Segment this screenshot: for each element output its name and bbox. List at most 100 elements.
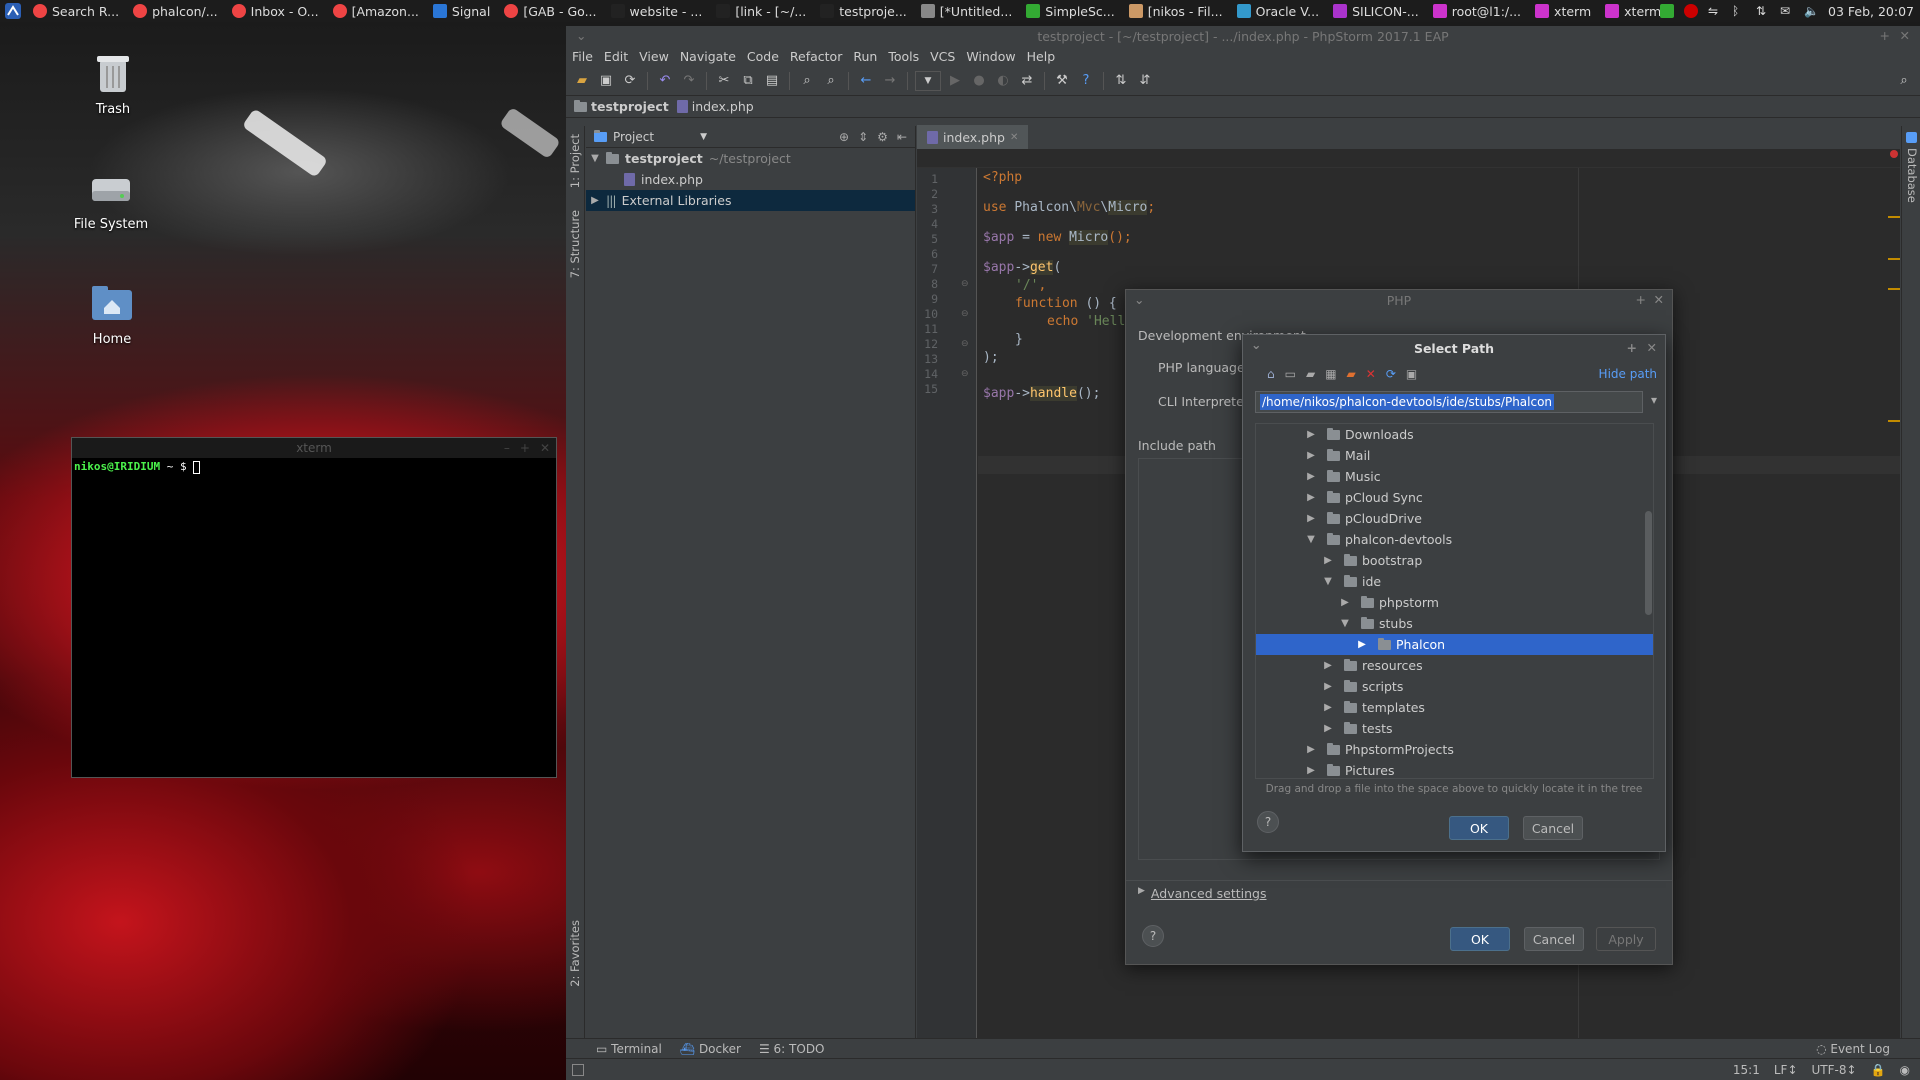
paste-icon[interactable]: ▤ — [762, 71, 782, 91]
close-icon[interactable]: ✕ — [1647, 340, 1657, 355]
directory-tree[interactable]: ▶ Downloads ▶ Mail ▶ Music ▶ pCloud Sync ▶ pCloud… — [1255, 423, 1654, 779]
window-menu-icon[interactable]: ⌄ — [576, 28, 586, 43]
refresh-icon[interactable]: ⟳ — [1386, 367, 1396, 381]
tree-item[interactable]: ▼ ide — [1256, 571, 1653, 592]
tree-item[interactable]: ▼ phalcon-devtools — [1256, 529, 1653, 550]
desktop-icon-home[interactable]: Home — [62, 280, 162, 347]
collapsed-arrow-icon[interactable]: ▶ — [1306, 744, 1316, 755]
undo-icon[interactable]: ↶ — [655, 71, 675, 91]
volume-icon[interactable]: 🔈 — [1804, 4, 1819, 18]
collapsed-arrow-icon[interactable]: ▶ — [1306, 450, 1316, 461]
menu-file[interactable]: File — [572, 49, 593, 64]
tree-item[interactable]: ▶ phpstorm — [1256, 592, 1653, 613]
collapsed-arrow-icon[interactable]: ▶ — [1306, 765, 1316, 776]
replace-icon[interactable]: ⌕ — [821, 71, 841, 91]
window-menu-icon[interactable]: ⌄ — [1251, 337, 1261, 352]
tree-item[interactable]: ▶ Pictures — [1256, 760, 1653, 778]
shield-icon[interactable] — [1660, 4, 1675, 18]
tree-item[interactable]: ▶ bootstrap — [1256, 550, 1653, 571]
project-folder-icon[interactable]: ▰ — [1306, 367, 1315, 381]
delete-icon[interactable]: ✕ — [1366, 367, 1376, 381]
redo-icon[interactable]: ↷ — [679, 71, 699, 91]
taskbar-item[interactable]: Search R... — [26, 0, 126, 22]
menu-run[interactable]: Run — [853, 49, 877, 64]
deploy-icon[interactable]: ⇵ — [1135, 71, 1155, 91]
line-separator[interactable]: LF↕ — [1774, 1063, 1798, 1077]
error-stripe[interactable] — [1888, 150, 1900, 1038]
fold-marker-icon[interactable]: ⊖ — [961, 279, 969, 289]
debug-icon[interactable]: ● — [969, 71, 989, 91]
project-view-selector[interactable]: Project — [613, 130, 654, 144]
tree-item-index-php[interactable]: index.php — [586, 169, 915, 190]
sftp-icon[interactable]: ⇅ — [1111, 71, 1131, 91]
start-menu-button[interactable] — [0, 0, 26, 22]
tree-item-external-libraries[interactable]: ▶ ||| External Libraries — [586, 190, 915, 211]
tree-item[interactable]: ▶ templates — [1256, 697, 1653, 718]
tree-item[interactable]: ▶ Music — [1256, 466, 1653, 487]
maximize-icon[interactable]: + — [520, 441, 530, 455]
taskbar-item[interactable]: root@l1:/... — [1426, 0, 1528, 22]
menu-refactor[interactable]: Refactor — [790, 49, 842, 64]
tree-item[interactable]: ▶ PhpstormProjects — [1256, 739, 1653, 760]
terminal-prompt-line[interactable]: nikos@IRIDIUM ~ $ — [72, 458, 556, 476]
coverage-icon[interactable]: ◐ — [993, 71, 1013, 91]
menu-edit[interactable]: Edit — [604, 49, 628, 64]
search-everywhere-icon[interactable]: ⌕ — [1894, 71, 1914, 91]
maximize-icon[interactable]: + — [1636, 292, 1646, 307]
new-folder-icon[interactable]: ▰ — [1347, 367, 1356, 381]
menu-tools[interactable]: Tools — [888, 49, 919, 64]
collapsed-arrow-icon[interactable]: ▶ — [1323, 723, 1333, 734]
record-icon[interactable] — [1684, 4, 1699, 18]
database-icon[interactable] — [1906, 132, 1917, 143]
collapsed-arrow-icon[interactable]: ▶ — [590, 195, 600, 206]
collapsed-arrow-icon[interactable]: ▶ — [1323, 681, 1333, 692]
settings-wrench-icon[interactable]: ⚒ — [1052, 71, 1072, 91]
help-button[interactable]: ? — [1257, 811, 1279, 833]
breadcrumb-file[interactable]: index.php — [676, 99, 754, 114]
path-history-icon[interactable]: ▾ — [1651, 393, 1657, 407]
minimize-icon[interactable]: – — [504, 441, 510, 455]
advanced-settings-toggle[interactable]: ▶ Advanced settings — [1138, 886, 1267, 901]
collapsed-arrow-icon[interactable]: ▶ — [1323, 702, 1333, 713]
expanded-arrow-icon[interactable]: ▼ — [590, 153, 600, 164]
taskbar-item[interactable]: [*Untitled... — [914, 0, 1020, 22]
expanded-arrow-icon[interactable]: ▼ — [1306, 534, 1316, 545]
vcs-icon[interactable]: ⇄ — [1017, 71, 1037, 91]
xterm-window[interactable]: xterm – + ✕ nikos@IRIDIUM ~ $ — [71, 437, 557, 778]
open-folder-icon[interactable]: ▰ — [572, 71, 592, 91]
ok-button[interactable]: OK — [1449, 816, 1509, 840]
chevron-down-icon[interactable]: ▼ — [700, 132, 707, 142]
find-icon[interactable]: ⌕ — [797, 71, 817, 91]
cut-icon[interactable]: ✂ — [714, 71, 734, 91]
collapsed-arrow-icon[interactable]: ▶ — [1306, 471, 1316, 482]
cancel-button[interactable]: Cancel — [1524, 927, 1584, 951]
taskbar-item[interactable]: Signal — [426, 0, 497, 22]
editor-tab-index-php[interactable]: index.php ✕ — [917, 125, 1029, 149]
home-icon[interactable]: ⌂ — [1267, 367, 1275, 381]
desktop-icon[interactable]: ▭ — [1285, 367, 1296, 381]
collapsed-arrow-icon[interactable]: ▶ — [1306, 429, 1316, 440]
tree-item[interactable]: ▶ Phalcon — [1256, 634, 1653, 655]
help-icon[interactable]: ? — [1076, 71, 1096, 91]
taskbar-item[interactable]: testproje... — [813, 0, 914, 22]
error-indicator-icon[interactable] — [1890, 150, 1898, 158]
tree-item[interactable]: ▶ scripts — [1256, 676, 1653, 697]
tool-tab-project[interactable]: 1: Project — [568, 134, 582, 188]
gear-icon[interactable]: ⚙ — [877, 130, 888, 144]
collapsed-arrow-icon[interactable]: ▶ — [1306, 492, 1316, 503]
maximize-icon[interactable]: + — [1627, 340, 1637, 355]
taskbar-item[interactable]: xterm — [1598, 0, 1668, 22]
transfer-icon[interactable]: ⇅ — [1756, 4, 1770, 18]
taskbar-item[interactable]: [link - [~/... — [709, 0, 813, 22]
path-input[interactable]: /home/nikos/phalcon-devtools/ide/stubs/P… — [1255, 391, 1643, 413]
tree-item-project-root[interactable]: ▼ testproject ~/testproject — [586, 148, 915, 169]
collapse-all-icon[interactable]: ⇕ — [858, 130, 868, 144]
taskbar-item[interactable]: [Amazon... — [326, 0, 426, 22]
taskbar-item[interactable]: [GAB - Go... — [497, 0, 603, 22]
hide-path-link[interactable]: Hide path — [1599, 367, 1657, 381]
apply-button[interactable]: Apply — [1596, 927, 1656, 951]
save-icon[interactable]: ▣ — [596, 71, 616, 91]
tree-item[interactable]: ▶ Downloads — [1256, 424, 1653, 445]
desktop-icon-trash[interactable]: Trash — [63, 50, 163, 117]
menu-vcs[interactable]: VCS — [930, 49, 955, 64]
